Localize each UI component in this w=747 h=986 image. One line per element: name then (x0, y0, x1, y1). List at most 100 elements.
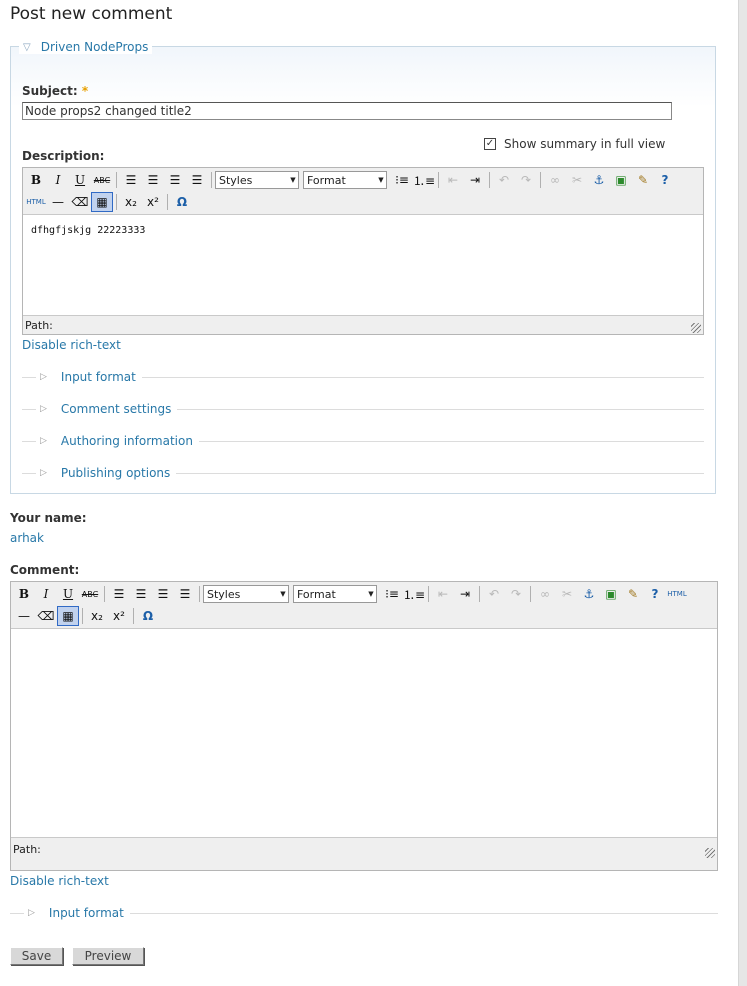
format-dropdown[interactable]: Format ▼ (293, 585, 377, 603)
help-icon[interactable]: ? (644, 584, 666, 604)
link-icon[interactable]: ∞ (544, 170, 566, 190)
redo-icon[interactable]: ↷ (515, 170, 537, 190)
fieldset-line (129, 912, 718, 914)
superscript-icon[interactable]: x² (142, 192, 164, 212)
save-button[interactable]: Save (10, 947, 63, 965)
image-icon[interactable]: ▣ (600, 584, 622, 604)
unlink-icon[interactable]: ✂ (566, 170, 588, 190)
preview-button[interactable]: Preview (72, 947, 144, 965)
align-right-icon[interactable]: ☰ (152, 584, 174, 604)
fieldset-label[interactable]: Comment settings (61, 402, 171, 416)
bullet-list-icon[interactable]: ⁝≡ (381, 584, 403, 604)
nodeprops-legend[interactable]: ▽ Driven NodeProps (19, 40, 153, 54)
unlink-icon[interactable]: ✂ (556, 584, 578, 604)
strikethrough-button[interactable]: ABC (79, 584, 101, 604)
undo-icon[interactable]: ↶ (483, 584, 505, 604)
comment-toolbar: B I U ABC ☰ ☰ ☰ ☰ Styles ▼ Format ▼ ⁝≡ ⒈≡ … (11, 582, 717, 628)
show-summary-checkbox[interactable]: ✓ (484, 138, 496, 150)
table-icon[interactable]: ▦ (57, 606, 79, 626)
anchor-icon[interactable]: ⚓ (588, 170, 610, 190)
resize-grip-icon[interactable] (705, 848, 715, 858)
required-marker: * (81, 84, 89, 98)
html-source-button[interactable]: HTML (666, 584, 688, 604)
italic-button[interactable]: I (35, 584, 57, 604)
align-justify-icon[interactable]: ☰ (174, 584, 196, 604)
fieldset-label[interactable]: Input format (61, 370, 136, 384)
align-left-icon[interactable]: ☰ (120, 170, 142, 190)
anchor-icon[interactable]: ⚓ (578, 584, 600, 604)
comment-content-area[interactable] (11, 628, 717, 838)
fieldset-comment-settings[interactable]: ▷ Comment settings (22, 401, 704, 417)
toolbar-separator (116, 172, 117, 188)
description-editor: B I U ABC ☰ ☰ ☰ ☰ Styles ▼ Format ▼ ⁝≡ ⒈≡ … (22, 167, 704, 335)
resize-grip-icon[interactable] (691, 323, 701, 333)
html-source-button[interactable]: HTML (25, 192, 47, 212)
align-justify-icon[interactable]: ☰ (186, 170, 208, 190)
subscript-icon[interactable]: x₂ (120, 192, 142, 212)
comment-disable-richtext-link[interactable]: Disable rich-text (10, 874, 109, 888)
fieldset-label[interactable]: Authoring information (61, 434, 193, 448)
eraser-icon[interactable]: ⌫ (69, 192, 91, 212)
styles-dropdown[interactable]: Styles ▼ (215, 171, 299, 189)
comment-label: Comment: (10, 563, 80, 577)
undo-icon[interactable]: ↶ (493, 170, 515, 190)
subject-input[interactable] (22, 102, 672, 120)
toolbar-separator (167, 194, 168, 210)
link-icon[interactable]: ∞ (534, 584, 556, 604)
outdent-icon[interactable]: ⇤ (442, 170, 464, 190)
align-right-icon[interactable]: ☰ (164, 170, 186, 190)
your-name-link[interactable]: arhak (10, 531, 44, 545)
horizontal-rule-icon[interactable]: — (13, 606, 35, 626)
description-toolbar: B I U ABC ☰ ☰ ☰ ☰ Styles ▼ Format ▼ ⁝≡ ⒈≡ … (23, 168, 703, 214)
fieldset-authoring-information[interactable]: ▷ Authoring information (22, 433, 704, 449)
outdent-icon[interactable]: ⇤ (432, 584, 454, 604)
numbered-list-icon[interactable]: ⒈≡ (413, 170, 435, 190)
bold-button[interactable]: B (13, 584, 35, 604)
align-left-icon[interactable]: ☰ (108, 584, 130, 604)
styles-dropdown-label: Styles (219, 173, 253, 187)
special-char-button[interactable]: Ω (171, 192, 193, 212)
numbered-list-icon[interactable]: ⒈≡ (403, 584, 425, 604)
fieldset-publishing-options[interactable]: ▷ Publishing options (22, 465, 704, 481)
horizontal-rule-icon[interactable]: — (47, 192, 69, 212)
help-icon[interactable]: ? (654, 170, 676, 190)
indent-icon[interactable]: ⇥ (454, 584, 476, 604)
expand-triangle-icon: ▷ (40, 404, 47, 414)
table-icon[interactable]: ▦ (91, 192, 113, 212)
toolbar-separator (489, 172, 490, 188)
toolbar-separator (479, 586, 480, 602)
styles-dropdown[interactable]: Styles ▼ (203, 585, 289, 603)
strikethrough-button[interactable]: ABC (91, 170, 113, 190)
nodeprops-legend-label[interactable]: Driven NodeProps (41, 40, 149, 54)
description-content-area[interactable]: dfhgfjskjg 22223333 (23, 214, 703, 316)
special-char-button[interactable]: Ω (137, 606, 159, 626)
underline-button[interactable]: U (57, 584, 79, 604)
fieldset-label[interactable]: Publishing options (61, 466, 170, 480)
fieldset-line (198, 440, 704, 442)
show-summary-toggle[interactable]: ✓ Show summary in full view (484, 137, 665, 151)
italic-button[interactable]: I (47, 170, 69, 190)
description-disable-richtext-link[interactable]: Disable rich-text (22, 338, 121, 352)
align-center-icon[interactable]: ☰ (142, 170, 164, 190)
underline-button[interactable]: U (69, 170, 91, 190)
page-title: Post new comment (10, 4, 173, 24)
bullet-list-icon[interactable]: ⁝≡ (391, 170, 413, 190)
align-center-icon[interactable]: ☰ (130, 584, 152, 604)
comment-fieldset-input-format[interactable]: ▷ Input format (10, 905, 718, 921)
fieldset-input-format[interactable]: ▷ Input format (22, 369, 704, 385)
expand-triangle-icon: ▷ (40, 468, 47, 478)
fieldset-label[interactable]: Input format (49, 906, 124, 920)
toolbar-separator (530, 586, 531, 602)
cleanup-broom-icon[interactable]: ✎ (632, 170, 654, 190)
redo-icon[interactable]: ↷ (505, 584, 527, 604)
subscript-icon[interactable]: x₂ (86, 606, 108, 626)
bold-button[interactable]: B (25, 170, 47, 190)
format-dropdown[interactable]: Format ▼ (303, 171, 387, 189)
cleanup-broom-icon[interactable]: ✎ (622, 584, 644, 604)
description-content-text: dfhgfjskjg 22223333 (31, 225, 146, 236)
image-icon[interactable]: ▣ (610, 170, 632, 190)
eraser-icon[interactable]: ⌫ (35, 606, 57, 626)
indent-icon[interactable]: ⇥ (464, 170, 486, 190)
superscript-icon[interactable]: x² (108, 606, 130, 626)
subject-label: Subject: * (22, 84, 88, 98)
